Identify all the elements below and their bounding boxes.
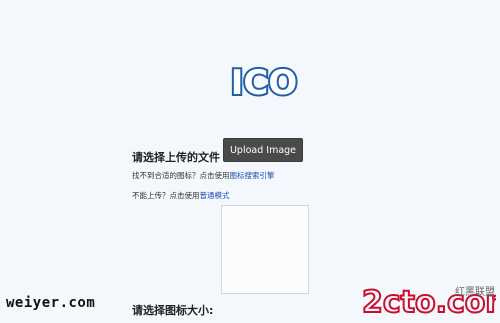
normal-mode-hint-text: 不能上传？点击使用 xyxy=(132,191,200,200)
icon-search-hint: 找不到合适的图标？点击使用图标搜索引擎 xyxy=(132,170,275,181)
icon-search-hint-text: 找不到合适的图标？点击使用 xyxy=(132,171,230,180)
icon-size-title: 请选择图标大小: xyxy=(132,304,214,317)
watermark-subtext: 红黑联盟 xyxy=(455,287,495,298)
ico-logo: ICO xyxy=(218,56,310,106)
normal-mode-link[interactable]: 普通模式 xyxy=(200,191,230,200)
watermark-weiyer: weiyer.com xyxy=(6,295,96,311)
logo-text: ICO xyxy=(231,63,298,103)
normal-mode-hint: 不能上传？点击使用普通模式 xyxy=(132,190,230,201)
upload-image-button[interactable]: Upload Image xyxy=(223,138,303,162)
image-preview-box xyxy=(221,205,309,294)
icon-search-engine-link[interactable]: 图标搜索引擎 xyxy=(230,171,275,180)
upload-section-title: 请选择上传的文件 xyxy=(132,151,220,164)
ico-logo-graphic: ICO xyxy=(229,61,300,105)
